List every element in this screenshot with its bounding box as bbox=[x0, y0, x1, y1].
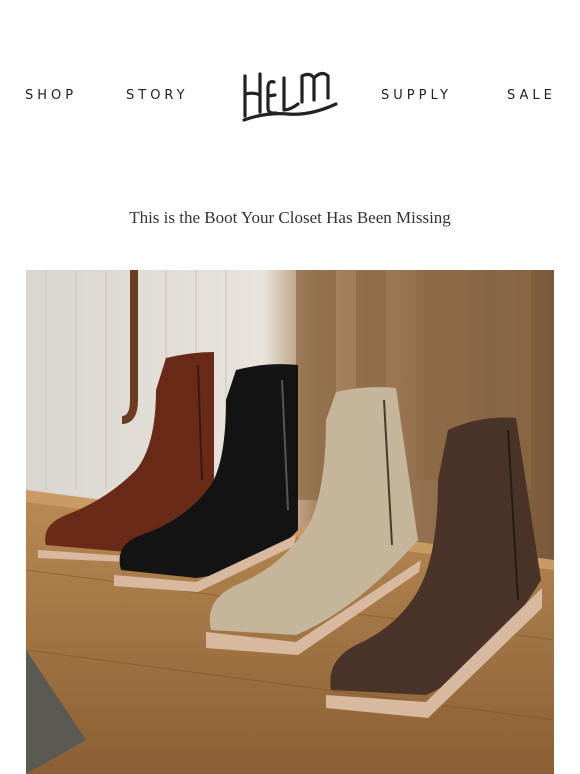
nav-shop-link[interactable]: SHOP bbox=[25, 88, 77, 103]
nav-supply-link[interactable]: SUPPLY bbox=[381, 88, 452, 103]
headline: This is the Boot Your Closet Has Been Mi… bbox=[129, 208, 451, 227]
nav-story-link[interactable]: STORY bbox=[126, 88, 189, 103]
hero-image-boots[interactable] bbox=[26, 270, 554, 774]
nav-sale-link[interactable]: SALE bbox=[507, 88, 556, 103]
helm-logo[interactable] bbox=[240, 64, 340, 124]
header-nav: SHOP STORY SUPPLY SALE bbox=[0, 0, 580, 190]
